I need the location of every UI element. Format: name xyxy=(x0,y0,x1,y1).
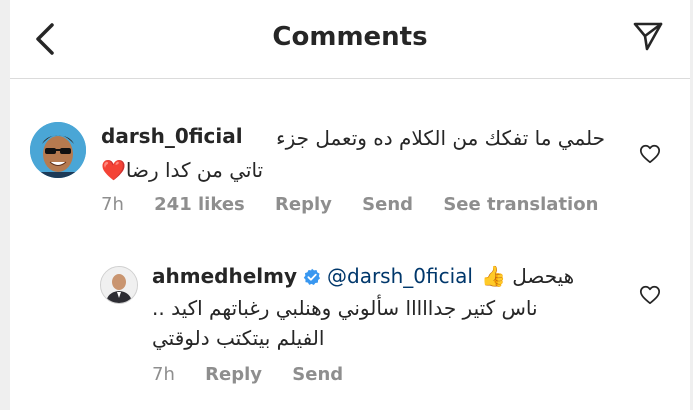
reply-time: 7h xyxy=(152,364,175,385)
reply-username[interactable]: ahmedhelmy xyxy=(152,264,297,288)
send-button[interactable]: Send xyxy=(362,194,413,215)
reply-actions: 7h Reply Send xyxy=(152,364,367,385)
avatar[interactable] xyxy=(100,266,138,304)
comment-username[interactable]: darsh_0ficial xyxy=(101,124,243,148)
send-button[interactable]: Send xyxy=(292,364,343,385)
heart-icon xyxy=(639,144,661,164)
like-button[interactable] xyxy=(639,284,661,306)
verified-badge-icon xyxy=(303,267,321,286)
reply-header: ahmedhelmy @darsh_0ficial هيحصل 👍 xyxy=(152,264,574,288)
see-translation-button[interactable]: See translation xyxy=(443,194,598,215)
comment-text-line: حلمي ما تفكك من الكلام ده وتعمل جزء xyxy=(276,126,605,150)
like-button[interactable] xyxy=(639,143,661,165)
header-bar: Comments xyxy=(10,0,690,79)
reply-button[interactable]: Reply xyxy=(275,194,332,215)
reply-text-line: ناس كتير جدااااا سألوني وهنلبي رغباتهم ا… xyxy=(152,296,538,320)
reply-text-line: الفيلم بيتكتب دلوقتي xyxy=(152,326,325,350)
avatar[interactable] xyxy=(30,122,86,178)
reply-button[interactable]: Reply xyxy=(205,364,262,385)
heart-icon xyxy=(639,285,661,305)
comment-time: 7h xyxy=(101,194,124,215)
reply-text-head: هيحصل 👍 xyxy=(480,264,575,288)
comment-text-line: تاتي من كدا رضا❤️ xyxy=(101,158,264,182)
page-title: Comments xyxy=(272,22,428,52)
mention-link[interactable]: @darsh_0ficial xyxy=(327,264,473,288)
left-panel-edge xyxy=(0,0,10,410)
share-button[interactable] xyxy=(632,20,664,52)
send-icon xyxy=(633,22,663,51)
likes-count[interactable]: 241 likes xyxy=(154,194,245,215)
comment-actions: 7h 241 likes Reply Send See translation xyxy=(101,194,622,215)
